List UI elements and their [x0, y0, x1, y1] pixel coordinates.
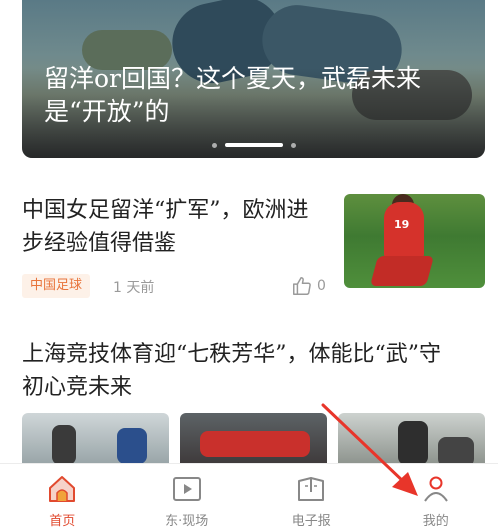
carousel-dot-active[interactable] [224, 143, 283, 147]
video-play-icon [172, 474, 202, 504]
nav-item-live[interactable]: 东·现场 [125, 464, 250, 531]
carousel-indicator [22, 142, 485, 148]
home-icon [47, 474, 77, 504]
nav-label: 我的 [422, 514, 449, 529]
category-tag[interactable]: 中国足球 [22, 274, 91, 298]
hero-title[interactable]: 留洋or回国？这个夏天，武磊未来是“开放”的 [44, 62, 444, 128]
article-image[interactable] [22, 413, 169, 463]
article-image[interactable] [180, 413, 327, 463]
nav-item-home[interactable]: 首页 [0, 464, 125, 531]
bottom-nav: 首页 东·现场 电子报 我的 [0, 463, 498, 531]
image-figure [52, 425, 76, 463]
carousel-dot[interactable] [211, 142, 217, 148]
player-legs [369, 256, 435, 286]
newspaper-icon [296, 474, 326, 504]
player-body [384, 202, 424, 260]
carousel-dot[interactable] [290, 142, 296, 148]
nav-item-epaper[interactable]: 电子报 [249, 464, 374, 531]
image-figure [117, 428, 147, 463]
article-title[interactable]: 上海竞技体育迎“七秩芳华”，体能比“武”守初心竞未来 [22, 338, 462, 404]
like-button[interactable]: 0 [291, 275, 326, 297]
article-thumbnail[interactable]: 19 [344, 194, 485, 288]
image-figure [200, 431, 310, 457]
hero-banner[interactable]: 留洋or回国？这个夏天，武磊未来是“开放”的 [22, 0, 485, 158]
jersey-number: 19 [394, 218, 410, 231]
article-time: 1 天前 [113, 280, 155, 296]
image-figure [438, 437, 474, 463]
article-image[interactable] [338, 413, 485, 463]
nav-label: 电子报 [291, 514, 331, 529]
image-figure [398, 421, 428, 463]
like-count: 0 [317, 278, 326, 294]
nav-label: 东·现场 [165, 514, 209, 529]
nav-item-profile[interactable]: 我的 [374, 464, 498, 531]
thumbs-up-icon [293, 277, 311, 295]
nav-label: 首页 [49, 514, 76, 529]
article-title[interactable]: 中国女足留洋“扩军”，欧洲进步经验值得借鉴 [22, 194, 327, 260]
user-icon [421, 474, 451, 504]
